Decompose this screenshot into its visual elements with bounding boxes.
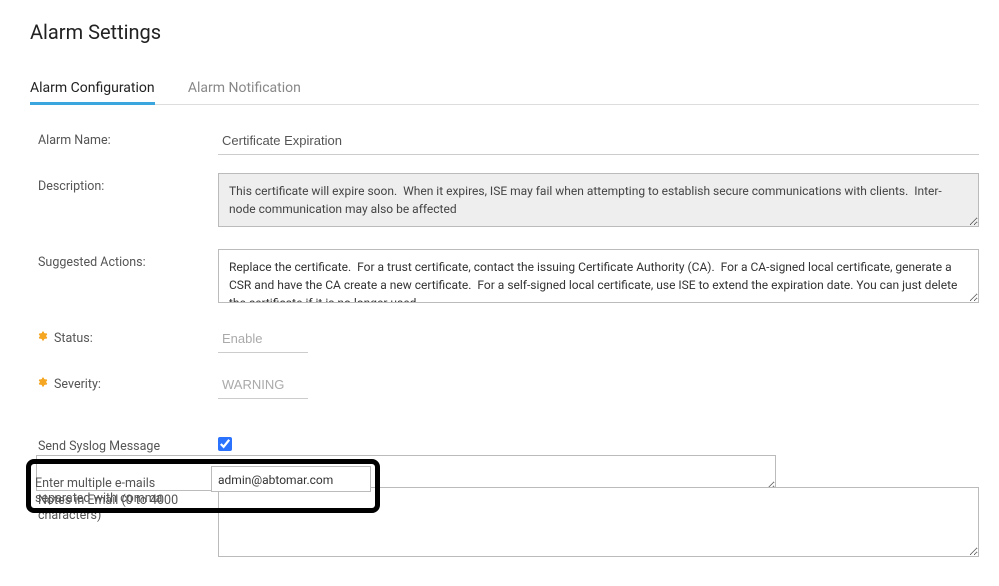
row-severity: Severity: [38, 371, 979, 399]
page-title: Alarm Settings [30, 20, 979, 44]
description-textarea [218, 173, 979, 227]
suggested-actions-textarea[interactable] [218, 249, 979, 303]
label-severity-text: Severity: [54, 377, 101, 392]
label-status-text: Status: [54, 331, 93, 346]
alarm-form: Alarm Name: Description: Suggested Actio… [30, 127, 979, 561]
alarm-name-input[interactable] [218, 127, 979, 155]
label-alarm-name: Alarm Name: [38, 127, 218, 148]
row-description: Description: [38, 173, 979, 231]
row-status: Status: [38, 325, 979, 353]
row-suggested-actions: Suggested Actions: [38, 249, 979, 307]
syslog-checkbox[interactable] [218, 437, 232, 451]
status-input [218, 325, 308, 353]
gear-icon [38, 377, 48, 387]
label-description: Description: [38, 173, 218, 194]
label-suggested-actions: Suggested Actions: [38, 249, 218, 270]
tab-alarm-notification[interactable]: Alarm Notification [188, 74, 301, 104]
row-alarm-name: Alarm Name: [38, 127, 979, 155]
severity-input [218, 371, 308, 399]
emails-textarea[interactable] [211, 466, 371, 492]
gear-icon [38, 331, 48, 341]
label-emails: Enter multiple e-mails separated with co… [35, 466, 211, 506]
tab-alarm-configuration[interactable]: Alarm Configuration [30, 74, 155, 104]
highlight-frame: Enter multiple e-mails separated with co… [26, 459, 380, 513]
label-syslog: Send Syslog Message [38, 433, 218, 454]
tabs: Alarm Configuration Alarm Notification [30, 74, 979, 105]
row-syslog: Send Syslog Message [38, 433, 979, 455]
